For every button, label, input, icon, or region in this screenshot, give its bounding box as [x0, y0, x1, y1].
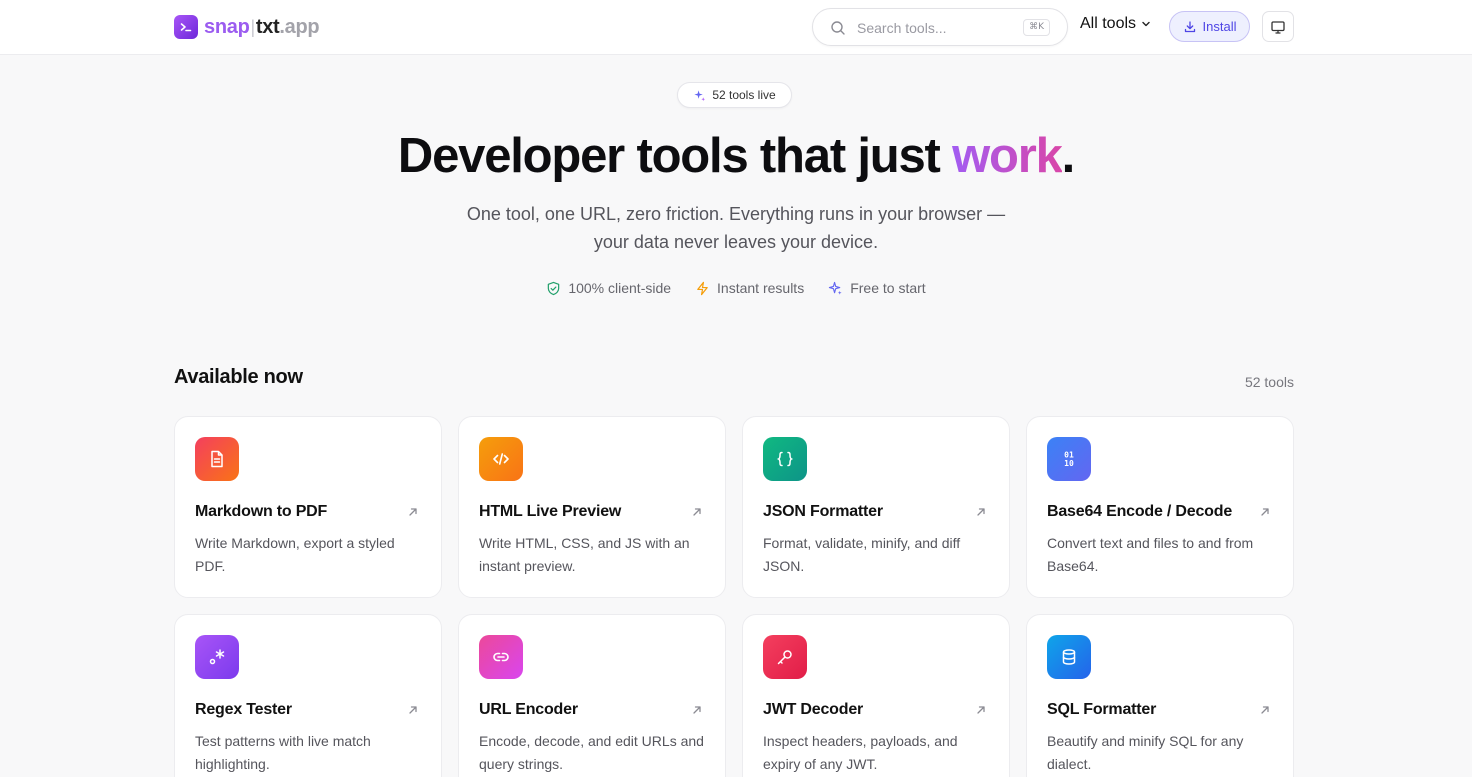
- link-icon: [479, 635, 523, 679]
- tool-card-jwt-decoder[interactable]: JWT Decoder Inspect headers, payloads, a…: [742, 614, 1010, 777]
- tool-count: 52 tools: [1244, 374, 1294, 390]
- tool-title: URL Encoder: [479, 701, 578, 718]
- key-icon: [763, 635, 807, 679]
- tool-description: Inspect headers, payloads, and expiry of…: [763, 733, 958, 772]
- monitor-icon: [1271, 20, 1285, 34]
- chevron-down-icon: [1142, 21, 1150, 27]
- brand-logo[interactable]: snap | txt .app: [174, 15, 320, 39]
- tools-live-badge: 52 tools live: [677, 82, 792, 108]
- binary-icon: 01 10: [1047, 437, 1091, 481]
- tool-title: JSON Formatter: [763, 503, 883, 520]
- braces-icon: [763, 437, 807, 481]
- tool-card-markdown-to-pdf[interactable]: Markdown to PDF Write Markdown, export a…: [174, 416, 442, 598]
- tool-description: Format, validate, minify, and diff JSON.: [763, 535, 961, 574]
- title-main: Developer tools that just: [397, 129, 953, 183]
- feature-instant: Instant results: [695, 280, 804, 296]
- regex-icon: [195, 635, 239, 679]
- all-tools-dropdown[interactable]: All tools: [1080, 15, 1151, 33]
- tool-description: Convert text and files to and from Base6…: [1047, 535, 1254, 574]
- subtitle-line-2: your data never leaves your device.: [593, 232, 879, 252]
- arrow-up-right-icon: [693, 706, 701, 714]
- tool-description: Write HTML, CSS, and JS with an instant …: [479, 535, 690, 574]
- tool-title: JWT Decoder: [763, 701, 864, 718]
- svg-text:10: 10: [1064, 459, 1074, 468]
- tool-card-regex-tester[interactable]: Regex Tester Test patterns with live mat…: [174, 614, 442, 777]
- tool-description: Write Markdown, export a styled PDF.: [195, 535, 395, 574]
- feature-free: Free to start: [828, 280, 926, 296]
- arrow-up-right-icon: [409, 706, 417, 714]
- brand-part-txt: txt: [255, 15, 280, 38]
- feature-client-side: 100% client-side: [546, 280, 671, 296]
- tools-live-label: 52 tools live: [712, 88, 776, 102]
- tool-description: Test patterns with live match highlighti…: [195, 733, 371, 772]
- search-input[interactable]: [857, 18, 1007, 38]
- code-icon: [479, 437, 523, 481]
- page-title: Developer tools that just work.: [0, 126, 1472, 186]
- tool-grid: Markdown to PDF Write Markdown, export a…: [174, 416, 1294, 777]
- lightning-icon: [697, 281, 708, 295]
- arrow-up-right-icon: [977, 508, 985, 516]
- tool-card-html-live-preview[interactable]: HTML Live Preview Write HTML, CSS, and J…: [458, 416, 726, 598]
- download-icon: [1184, 20, 1195, 32]
- shield-check-icon: [548, 281, 560, 295]
- arrow-up-right-icon: [1261, 706, 1269, 714]
- search-icon: [830, 20, 846, 41]
- tool-title: HTML Live Preview: [479, 503, 622, 520]
- tool-title: Regex Tester: [195, 701, 292, 718]
- brand-name: snap | txt .app: [204, 15, 320, 39]
- tool-card-json-formatter[interactable]: JSON Formatter Format, validate, minify,…: [742, 416, 1010, 598]
- tool-description: Beautify and minify SQL for any dialect.: [1047, 733, 1244, 772]
- brand-part-app: .app: [279, 15, 320, 38]
- all-tools-label: All tools: [1080, 15, 1137, 32]
- tool-card-sql-formatter[interactable]: SQL Formatter Beautify and minify SQL fo…: [1026, 614, 1294, 777]
- subtitle-line-1: One tool, one URL, zero friction. Everyt…: [466, 204, 1006, 224]
- install-button[interactable]: Install: [1169, 11, 1250, 42]
- brand-part-snap: snap: [204, 15, 250, 38]
- shortcut-hint: ⌘K: [1023, 19, 1050, 36]
- sparkle-icon: [829, 281, 842, 295]
- arrow-up-right-icon: [1261, 508, 1269, 516]
- database-icon: [1047, 635, 1091, 679]
- tool-description: Encode, decode, and edit URLs and query …: [479, 733, 704, 772]
- title-accent: work: [952, 129, 1063, 183]
- arrow-up-right-icon: [693, 508, 701, 516]
- feature-label: 100% client-side: [568, 280, 672, 296]
- theme-toggle-button[interactable]: [1262, 11, 1294, 42]
- section-title: Available now: [174, 366, 303, 388]
- title-end: .: [1061, 129, 1076, 183]
- arrow-up-right-icon: [977, 706, 985, 714]
- feature-label: Instant results: [717, 280, 805, 296]
- install-label: Install: [1202, 19, 1237, 34]
- terminal-icon: [174, 15, 198, 39]
- arrow-up-right-icon: [409, 508, 417, 516]
- tool-title: Markdown to PDF: [195, 503, 328, 520]
- feature-label: Free to start: [850, 280, 926, 296]
- search-box[interactable]: ⌘K: [812, 8, 1068, 46]
- tool-title: Base64 Encode / Decode: [1047, 503, 1233, 520]
- brand-separator: |: [250, 16, 255, 37]
- document-icon: [195, 437, 239, 481]
- feature-list: 100% client-side Instant results Free to…: [0, 280, 1472, 296]
- top-nav-bar: snap | txt .app ⌘K All tools Install: [0, 0, 1472, 55]
- hero-subtitle: One tool, one URL, zero friction. Everyt…: [436, 200, 1036, 256]
- tool-title: SQL Formatter: [1047, 701, 1157, 718]
- sparkle-icon: [694, 89, 706, 101]
- tool-card-base64[interactable]: 01 10 Base64 Encode / Decode Convert text…: [1026, 416, 1294, 598]
- tool-card-url-encoder[interactable]: URL Encoder Encode, decode, and edit URL…: [458, 614, 726, 777]
